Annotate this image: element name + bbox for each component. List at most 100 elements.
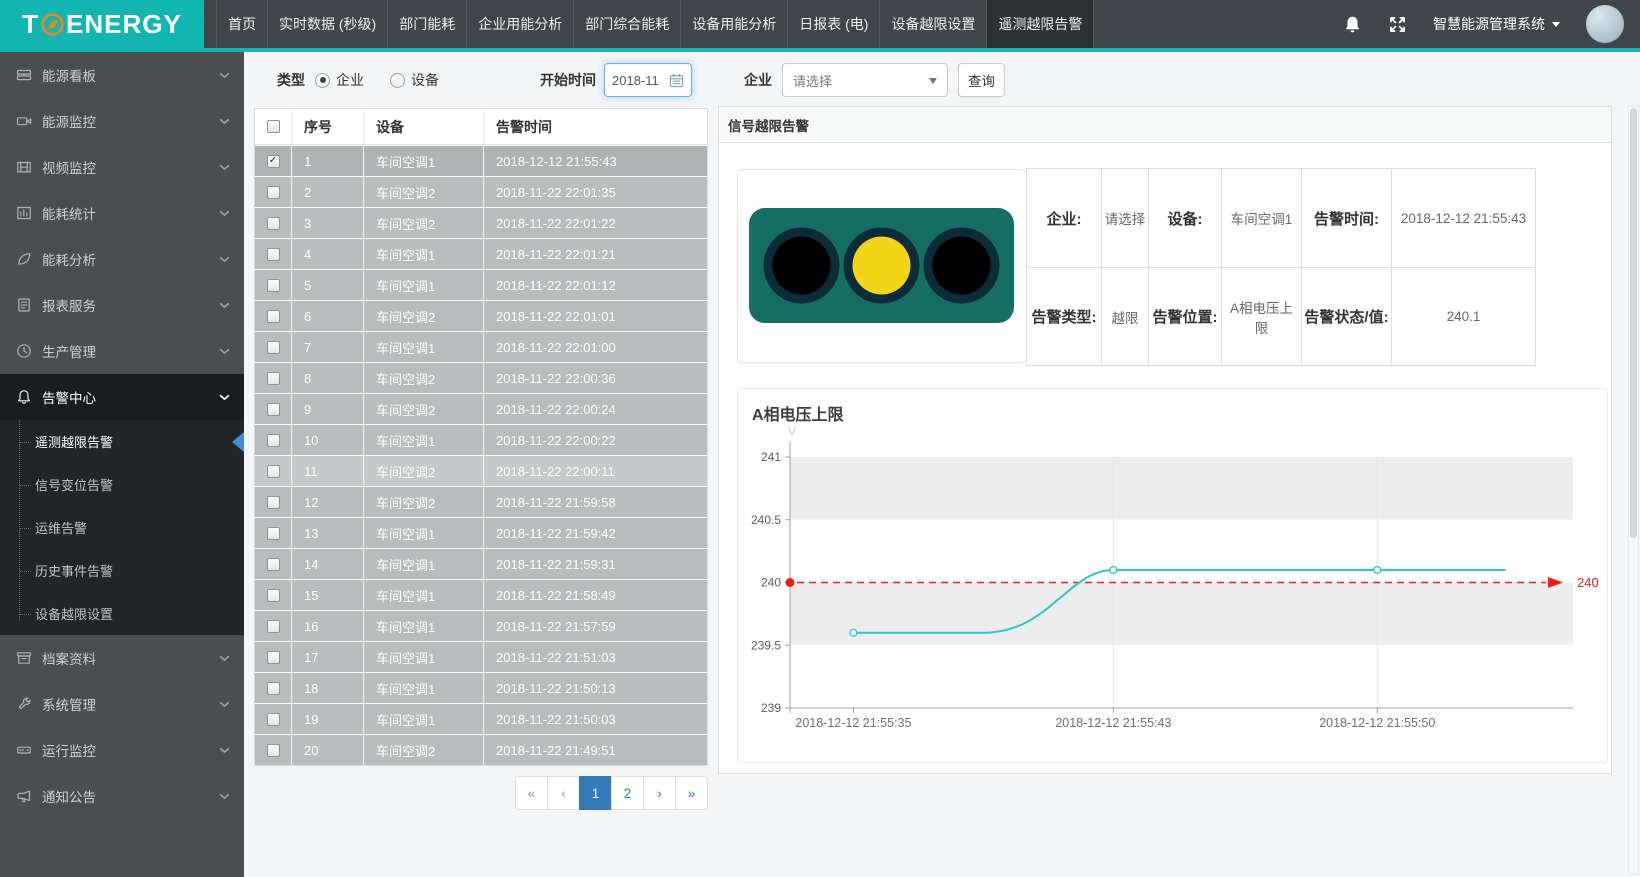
sidebar-item-label: 生产管理 [42,341,96,361]
table-row[interactable]: 7车间空调12018-11-22 22:01:00 [255,331,707,362]
table-row[interactable]: 17车间空调12018-11-22 21:51:03 [255,641,707,672]
start-time-input[interactable]: 2018-11 [604,63,692,97]
sidebar-item-告警中心[interactable]: 告警中心 [0,374,244,420]
table-row[interactable]: 18车间空调12018-11-22 21:50:13 [255,672,707,703]
query-button[interactable]: 查询 [958,63,1005,97]
enterprise-select[interactable]: 请选择 [782,63,948,97]
nav-item-部门能耗[interactable]: 部门能耗 [387,0,466,48]
page-button-‹[interactable]: ‹ [547,776,580,810]
sidebar-item-能源看板[interactable]: 能源看板 [0,52,244,98]
row-checkbox[interactable] [267,434,280,447]
sidebar-item-能耗分析[interactable]: 能耗分析 [0,236,244,282]
table-row[interactable]: 15车间空调12018-11-22 21:58:49 [255,579,707,610]
row-checkbox[interactable] [267,341,280,354]
table-row[interactable]: 20车间空调22018-11-22 21:49:51 [255,734,707,765]
cell-time: 2018-11-22 21:49:51 [483,735,707,765]
svg-text:239.5: 239.5 [751,638,781,652]
table-row[interactable]: 11车间空调22018-11-22 22:00:11 [255,455,707,486]
table-row[interactable]: 8车间空调22018-11-22 22:00:36 [255,362,707,393]
table-row[interactable]: 14车间空调12018-11-22 21:59:31 [255,548,707,579]
table-row[interactable]: 1车间空调12018-12-12 21:55:43 [255,145,707,176]
table-row[interactable]: 2车间空调22018-11-22 22:01:35 [255,176,707,207]
row-checkbox[interactable] [267,620,280,633]
nav-item-首页[interactable]: 首页 [216,0,267,48]
table-row[interactable]: 6车间空调22018-11-22 22:01:01 [255,300,707,331]
cell-time: 2018-11-22 21:50:13 [483,673,707,703]
sidebar-subitem-设备越限设置[interactable]: 设备越限设置 [0,592,244,635]
table-row[interactable]: 4车间空调12018-11-22 22:01:21 [255,238,707,269]
logo-text-suffix: ENERGY [66,9,182,40]
page-button-1[interactable]: 1 [579,776,612,810]
row-checkbox[interactable] [267,589,280,602]
sidebar-item-能耗统计[interactable]: 能耗统计 [0,190,244,236]
chevron-down-icon [219,747,230,754]
table-row[interactable]: 13车间空调12018-11-22 21:59:42 [255,517,707,548]
sidebar-subitem-历史事件告警[interactable]: 历史事件告警 [0,549,244,592]
page-button-»[interactable]: » [675,776,708,810]
nav-item-企业用能分析[interactable]: 企业用能分析 [466,0,573,48]
row-checkbox[interactable] [267,465,280,478]
row-checkbox[interactable] [267,496,280,509]
sidebar-subitem-遥测越限告警[interactable]: 遥测越限告警 [0,420,244,463]
radio-device[interactable] [390,73,405,88]
sidebar-item-视频监控[interactable]: 视频监控 [0,144,244,190]
row-checkbox[interactable] [267,217,280,230]
sidebar-item-生产管理[interactable]: 生产管理 [0,328,244,374]
sidebar-item-运行监控[interactable]: 运行监控 [0,727,244,773]
row-checkbox[interactable] [267,155,280,168]
sidebar-item-通知公告[interactable]: 通知公告 [0,773,244,819]
sidebar-subitem-运维告警[interactable]: 运维告警 [0,506,244,549]
chevron-down-icon [219,72,230,79]
row-checkbox[interactable] [267,682,280,695]
nav-item-部门综合能耗[interactable]: 部门综合能耗 [573,0,680,48]
radio-enterprise-label[interactable]: 企业 [336,70,364,90]
row-checkbox[interactable] [267,558,280,571]
page-button-2[interactable]: 2 [611,776,644,810]
cell-no: 12 [291,487,363,517]
calendar-icon[interactable] [669,73,684,88]
row-checkbox[interactable] [267,372,280,385]
page-button-›[interactable]: › [643,776,676,810]
start-time-value: 2018-11 [612,73,669,88]
sidebar-item-报表服务[interactable]: 报表服务 [0,282,244,328]
system-title: 智慧能源管理系统 [1433,14,1545,34]
table-row[interactable]: 9车间空调22018-11-22 22:00:24 [255,393,707,424]
nav-item-遥测越限告警[interactable]: 遥测越限告警 [986,0,1094,48]
nav-item-实时数据 (秒级)[interactable]: 实时数据 (秒级) [267,0,387,48]
row-checkbox[interactable] [267,248,280,261]
bell-icon[interactable] [1343,15,1362,34]
row-checkbox[interactable] [267,310,280,323]
sidebar-item-能源监控[interactable]: 能源监控 [0,98,244,144]
sidebar-subitem-label: 遥测越限告警 [35,432,113,451]
radio-enterprise[interactable] [315,73,330,88]
row-checkbox[interactable] [267,651,280,664]
avatar[interactable] [1586,5,1624,43]
table-row[interactable]: 5车间空调12018-11-22 22:01:12 [255,269,707,300]
table-row[interactable]: 19车间空调12018-11-22 21:50:03 [255,703,707,734]
row-checkbox[interactable] [267,279,280,292]
leaf-at-icon [40,12,65,37]
sidebar-subitem-信号变位告警[interactable]: 信号变位告警 [0,463,244,506]
row-checkbox[interactable] [267,527,280,540]
vertical-scrollbar[interactable] [1628,106,1639,874]
scrollbar-thumb[interactable] [1630,108,1637,538]
table-row[interactable]: 3车间空调22018-11-22 22:01:22 [255,207,707,238]
system-title-menu[interactable]: 智慧能源管理系统 [1433,14,1560,34]
sidebar-item-系统管理[interactable]: 系统管理 [0,681,244,727]
radio-device-label[interactable]: 设备 [411,70,439,90]
fullscreen-icon[interactable] [1388,15,1407,34]
page-button-«[interactable]: « [515,776,548,810]
row-checkbox[interactable] [267,403,280,416]
nav-item-日报表 (电)[interactable]: 日报表 (电) [787,0,879,48]
cell-device: 车间空调1 [363,549,483,579]
nav-item-设备越限设置[interactable]: 设备越限设置 [879,0,986,48]
table-row[interactable]: 16车间空调12018-11-22 21:57:59 [255,610,707,641]
table-row[interactable]: 12车间空调22018-11-22 21:59:58 [255,486,707,517]
row-checkbox[interactable] [267,744,280,757]
row-checkbox[interactable] [267,713,280,726]
row-checkbox[interactable] [267,186,280,199]
sidebar-item-档案资料[interactable]: 档案资料 [0,635,244,681]
nav-item-设备用能分析[interactable]: 设备用能分析 [680,0,787,48]
table-row[interactable]: 10车间空调12018-11-22 22:00:22 [255,424,707,455]
select-all-checkbox[interactable] [267,120,280,133]
